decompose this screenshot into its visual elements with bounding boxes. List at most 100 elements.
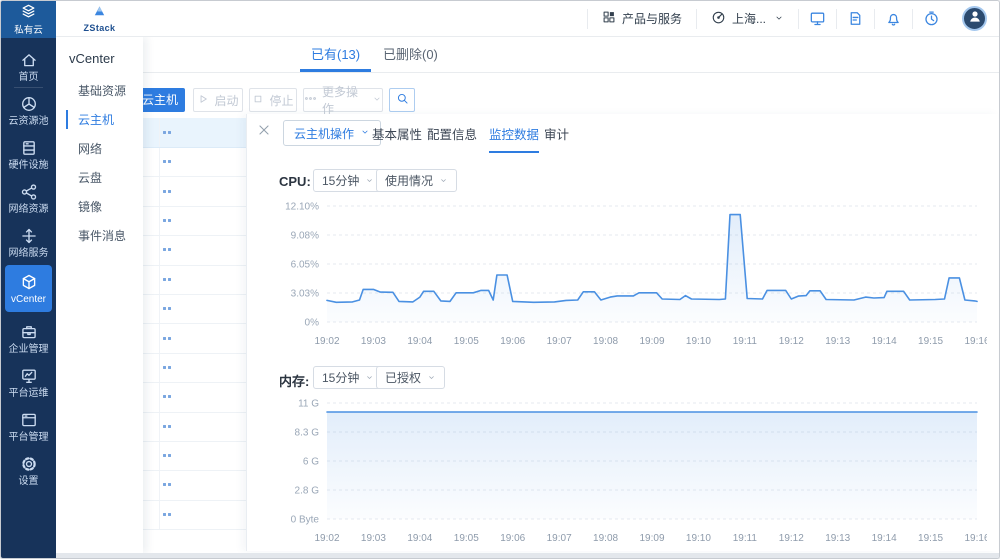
tab-1[interactable]: 已删除(0): [383, 37, 438, 72]
flyout-item-4[interactable]: 镜像: [56, 192, 143, 221]
x-axis-label: 19:08: [593, 533, 618, 544]
monitor-button[interactable]: [799, 1, 836, 36]
close-icon[interactable]: [257, 123, 277, 143]
vm-row[interactable]: [143, 383, 246, 412]
flyout-item-5[interactable]: 事件消息: [56, 221, 143, 250]
y-axis-label: 3.03%: [291, 288, 319, 299]
vm-row[interactable]: [143, 207, 246, 236]
detail-tab-0[interactable]: 基本属性: [372, 126, 422, 150]
region-selector[interactable]: 上海...: [697, 1, 798, 36]
layers-icon: [20, 3, 37, 20]
document-button[interactable]: [837, 1, 874, 36]
x-axis-label: 19:02: [314, 533, 339, 544]
memory-chart-title: 内存:: [279, 371, 309, 390]
vm-row[interactable]: [143, 236, 246, 265]
vm-row[interactable]: [143, 442, 246, 471]
play-icon: [197, 93, 209, 108]
sidebar-item-network-service[interactable]: 网络服务: [1, 227, 56, 259]
grid-icon: [602, 10, 616, 27]
vm-row[interactable]: [143, 295, 246, 324]
x-axis-label: 19:11: [733, 336, 758, 347]
vm-row[interactable]: [143, 501, 246, 530]
horizontal-scrollbar[interactable]: [56, 553, 999, 559]
bell-button[interactable]: [875, 1, 912, 36]
x-axis-label: 19:09: [639, 336, 664, 347]
sidebar-item-network-resource[interactable]: 网络资源: [1, 183, 56, 215]
y-axis-label: 0 Byte: [291, 515, 320, 526]
flyout-item-0[interactable]: 基础资源: [56, 76, 143, 105]
stop-button[interactable]: 停止: [249, 88, 297, 112]
tab-0[interactable]: 已有(13): [311, 37, 360, 72]
chart-control-dropdown[interactable]: 15分钟: [313, 169, 383, 192]
row-peek-icon: [163, 248, 166, 251]
row-peek-icon: [163, 513, 166, 516]
chevron-down-icon: [365, 176, 374, 185]
flyout-item-2[interactable]: 网络: [56, 134, 143, 163]
x-axis-label: 19:12: [779, 533, 804, 544]
sidebar-item-platform-admin[interactable]: 平台管理: [1, 411, 56, 443]
sidebar-item-resource-pool[interactable]: 云资源池: [1, 95, 56, 127]
topbar-icon-group: [799, 1, 950, 36]
flyout-item-1[interactable]: 云主机: [56, 105, 143, 134]
avatar[interactable]: [962, 6, 987, 31]
zstack-logo[interactable]: ZStack: [56, 4, 143, 33]
zstack-logo-icon: [92, 4, 107, 24]
vm-actions-button[interactable]: 云主机操作: [283, 120, 381, 146]
products-label: 产品与服务: [622, 10, 682, 27]
close-icon: [257, 123, 271, 137]
sidebar-item-settings[interactable]: 设置: [1, 455, 56, 487]
flyout-item-3[interactable]: 云盘: [56, 163, 143, 192]
x-axis-label: 19:10: [686, 533, 711, 544]
vm-row[interactable]: [143, 177, 246, 206]
products-menu[interactable]: 产品与服务: [588, 1, 696, 36]
vm-row[interactable]: [143, 324, 246, 353]
main-tabbar: 已有(13) 已删除(0): [143, 37, 999, 73]
row-peek-icon: [163, 366, 166, 369]
search-icon: [396, 92, 409, 108]
detail-tab-3[interactable]: 审计: [544, 126, 569, 150]
sidebar-item-label: 网络资源: [1, 204, 56, 215]
more-actions-button[interactable]: 更多操作: [303, 88, 383, 112]
cpu-chart-svg: 0%3.03%6.05%9.08%12.10%19:0219:0319:0419…: [272, 193, 987, 358]
x-axis-label: 19:14: [872, 533, 897, 544]
chart-control-dropdown[interactable]: 使用情况: [376, 169, 457, 192]
sidebar-item-vcenter[interactable]: vCenter: [5, 265, 52, 312]
chevron-down-icon: [427, 373, 436, 382]
x-axis-label: 19:04: [407, 533, 432, 544]
chart-control-dropdown[interactable]: 15分钟: [313, 366, 383, 389]
chevron-down-icon: [439, 176, 448, 185]
monitor-icon: [809, 10, 826, 27]
vm-row[interactable]: [143, 413, 246, 442]
region-icon: [711, 10, 726, 25]
detail-tab-1[interactable]: 配置信息: [427, 126, 477, 150]
sidebar-item-label: 设置: [1, 476, 56, 487]
vm-row-selected[interactable]: [143, 118, 246, 148]
bell-icon: [885, 10, 902, 27]
chevron-down-icon: [372, 93, 382, 107]
sidebar-item-home[interactable]: 首页: [1, 51, 56, 83]
vm-row[interactable]: [143, 354, 246, 383]
detail-tab-2[interactable]: 监控数据: [489, 126, 539, 150]
topbar-right: 产品与服务 上海...: [587, 1, 999, 36]
chevron-down-icon: [774, 12, 784, 26]
vm-row[interactable]: [143, 148, 246, 177]
search-button[interactable]: [389, 88, 415, 112]
y-axis-label: 12.10%: [285, 202, 319, 213]
sidebar-item-platform-ops[interactable]: 平台运维: [1, 367, 56, 399]
sidebar-item-label: 平台运维: [1, 388, 56, 399]
gear-icon: [20, 455, 38, 473]
start-button[interactable]: 启动: [193, 88, 243, 112]
vm-list: [143, 118, 246, 553]
sidebar-item-hardware[interactable]: 硬件设施: [1, 139, 56, 171]
document-icon: [847, 10, 864, 27]
vm-row[interactable]: [143, 471, 246, 500]
chart-control-dropdown[interactable]: 已授权: [376, 366, 445, 389]
chevron-down-icon: [360, 127, 370, 137]
history-button[interactable]: [913, 1, 950, 36]
sidebar-item-enterprise[interactable]: 企业管理: [1, 323, 56, 355]
vm-row[interactable]: [143, 266, 246, 295]
row-peek-icon: [163, 278, 166, 281]
sidebar-brand[interactable]: 私有云: [1, 1, 56, 38]
row-peek-icon: [163, 337, 166, 340]
x-axis-label: 19:05: [454, 336, 479, 347]
